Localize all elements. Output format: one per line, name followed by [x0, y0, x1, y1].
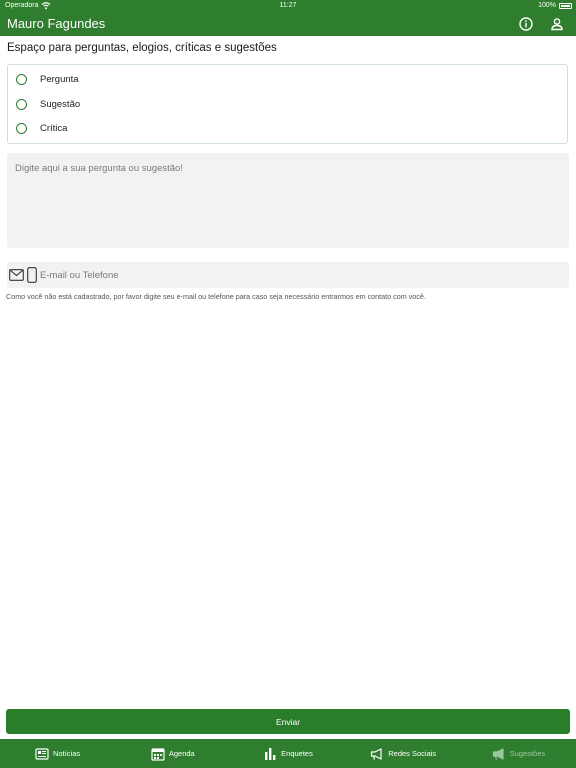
tab-agenda[interactable]: Agenda	[115, 739, 230, 768]
tab-label: Enquetes	[281, 749, 313, 758]
mail-icon	[9, 269, 24, 281]
radio-label: Crítica	[40, 122, 68, 134]
tab-enquetes[interactable]: Enquetes	[230, 739, 345, 768]
bar-chart-icon	[265, 747, 276, 760]
radio-option-pergunta[interactable]: Pergunta	[16, 69, 79, 89]
megaphone-icon	[492, 747, 504, 760]
battery-icon	[559, 3, 572, 9]
page-title: Mauro Fagundes	[7, 16, 106, 31]
radio-option-sugestao[interactable]: Sugestão	[16, 94, 80, 114]
user-icon[interactable]	[549, 16, 565, 32]
question-textarea[interactable]	[7, 153, 569, 248]
tab-sugestoes[interactable]: Sugestões	[461, 739, 576, 768]
contact-input[interactable]	[40, 266, 560, 284]
radio-label: Pergunta	[40, 73, 79, 85]
contact-notice: Como você não está cadastrado, por favor…	[6, 292, 426, 301]
megaphone-icon	[371, 747, 382, 760]
contact-field	[7, 262, 569, 288]
radio-circle-icon[interactable]	[16, 122, 27, 134]
radio-option-critica[interactable]: Crítica	[16, 118, 67, 138]
tab-label: Sugestões	[509, 749, 546, 758]
calendar-icon	[151, 747, 165, 761]
info-icon[interactable]	[518, 16, 534, 32]
newspaper-icon	[35, 747, 49, 760]
status-bar: Operadora 11:27 100%	[0, 0, 576, 12]
nav-bar: Mauro Fagundes	[0, 12, 576, 36]
send-button[interactable]: Enviar	[6, 709, 570, 734]
radio-label: Sugestão	[40, 98, 81, 110]
radio-circle-icon[interactable]	[16, 98, 27, 110]
phone-icon	[27, 267, 37, 283]
battery-percent: 100%	[538, 2, 556, 9]
feedback-type-group: Pergunta Sugestão Crítica	[7, 64, 568, 144]
tab-label: Agenda	[168, 749, 195, 758]
radio-circle-icon[interactable]	[16, 73, 27, 85]
tab-redes-sociais[interactable]: Redes Sociais	[346, 739, 461, 768]
section-heading: Espaço para perguntas, elogios, críticas…	[7, 42, 277, 54]
tab-noticias[interactable]: Notícias	[0, 739, 115, 768]
tab-label: Notícias	[53, 749, 81, 758]
clock-label: 11:27	[279, 2, 297, 9]
tab-label: Redes Sociais	[388, 749, 437, 758]
tab-bar: Notícias Agenda Enquetes Redes Sociais S…	[0, 739, 576, 768]
